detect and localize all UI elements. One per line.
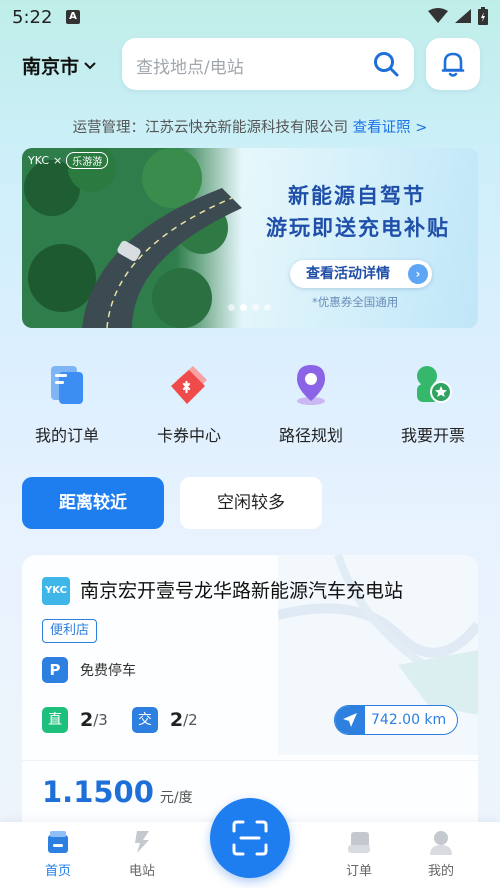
search-input[interactable]: 查找地点/电站: [122, 38, 414, 90]
banner-note: *优惠券全国通用: [312, 295, 399, 309]
city-name: 南京市: [22, 56, 80, 78]
price-info: 1.1500 元/度: [42, 775, 193, 809]
activity-details-label: 查看活动详情: [306, 266, 390, 282]
navigate-distance-button[interactable]: 742.00 km: [334, 705, 458, 735]
carousel-indicator[interactable]: [228, 304, 271, 311]
carousel-dot[interactable]: [252, 304, 259, 311]
carousel-dot[interactable]: [228, 304, 235, 311]
amenity-tag: 便利店: [42, 619, 98, 643]
carousel-dot-active[interactable]: [240, 304, 247, 311]
status-time: 5:22: [12, 7, 53, 28]
price-unit: 元/度: [159, 790, 193, 806]
nav-label: 电站: [128, 864, 155, 879]
parking-icon: P: [42, 657, 68, 683]
nav-stations[interactable]: 电站: [112, 828, 172, 879]
ac-total: /2: [183, 711, 198, 729]
nav-profile[interactable]: 我的: [411, 828, 471, 879]
carousel-dot[interactable]: [264, 304, 271, 311]
filter-idle-tab[interactable]: 空闲较多: [180, 477, 322, 529]
coupon-icon: [171, 366, 207, 404]
shortcut-grid: 我的订单 卡券中心 路径规划 我要开票: [22, 360, 478, 446]
orders-icon: [51, 366, 83, 404]
charger-availability: 直 2 /3 交 2 /2: [42, 707, 222, 733]
view-license-link[interactable]: 查看证照 >: [353, 120, 428, 136]
shortcut-label: 路径规划: [278, 426, 343, 445]
banner-subtitle: 游玩即送充电补贴: [266, 216, 450, 240]
nav-label: 首页: [44, 864, 71, 879]
wifi-icon: [428, 8, 448, 23]
nav-orders[interactable]: 订单: [329, 828, 389, 879]
partner-logo: 乐游游: [66, 152, 109, 169]
nav-home[interactable]: 首页: [28, 828, 88, 879]
city-selector[interactable]: 南京市: [22, 52, 97, 79]
operator-text: 运营管理：江苏云快充新能源科技有限公司: [72, 120, 349, 136]
search-placeholder: 查找地点/电站: [136, 58, 244, 78]
banner-road-image: [22, 148, 242, 328]
dc-total: /3: [93, 711, 108, 729]
search-icon[interactable]: [372, 50, 400, 78]
shortcut-label: 我要开票: [400, 426, 465, 445]
shortcut-coupons[interactable]: 卡券中心: [144, 360, 234, 446]
shortcut-invoice[interactable]: 我要开票: [388, 360, 478, 446]
status-bar: 5:22 A: [0, 0, 500, 34]
filter-nearest-tab[interactable]: 距离较近: [22, 477, 164, 529]
bell-icon: [441, 52, 465, 77]
signal-icon: [455, 9, 471, 23]
chevron-right-icon: ›: [408, 264, 428, 284]
activity-details-button[interactable]: 查看活动详情 ›: [290, 260, 432, 288]
battery-icon: [478, 7, 488, 25]
charging-station-icon: [135, 831, 149, 853]
banner-title: 新能源自驾节: [288, 184, 426, 208]
divider: [22, 760, 478, 761]
ac-available: 2: [169, 709, 184, 731]
notification-icon: A: [66, 10, 80, 24]
orders-nav-icon: [348, 832, 370, 853]
profile-icon: [430, 831, 452, 855]
parking-info: P 免费停车: [42, 657, 136, 683]
navigation-arrow-icon: [343, 713, 357, 727]
operator-info: 运营管理：江苏云快充新能源科技有限公司 查看证照 >: [0, 116, 500, 137]
parking-text: 免费停车: [80, 663, 136, 679]
dc-charger-icon: 直: [42, 707, 68, 733]
ykc-logo-text: YKC: [28, 154, 50, 167]
ac-charger-icon: 交: [131, 707, 158, 733]
banner-logo: YKC × 乐游游: [28, 152, 109, 169]
notification-button[interactable]: [426, 38, 480, 90]
price-value: 1.1500: [42, 775, 154, 809]
distance-text: 742.00 km: [371, 712, 447, 728]
nav-label: 订单: [345, 864, 372, 879]
station-name: 南京宏开壹号龙华路新能源汽车充电站: [80, 580, 404, 602]
chevron-down-icon: [84, 61, 96, 69]
dc-available: 2: [80, 709, 94, 731]
scan-button[interactable]: [210, 798, 290, 878]
home-icon: [48, 831, 68, 853]
station-brand-logo: YKC: [42, 577, 70, 605]
nav-label: 我的: [427, 864, 454, 879]
shortcut-label: 卡券中心: [156, 426, 221, 445]
invoice-icon: [417, 366, 452, 403]
shortcut-orders[interactable]: 我的订单: [22, 360, 112, 446]
shortcut-label: 我的订单: [34, 426, 99, 445]
shortcut-route[interactable]: 路径规划: [266, 360, 356, 446]
scan-icon: [232, 820, 268, 856]
route-pin-icon: [297, 365, 325, 405]
promo-banner[interactable]: YKC × 乐游游 新能源自驾节 游玩即送充电补贴 查看活动详情 › *优惠券全…: [22, 148, 478, 328]
